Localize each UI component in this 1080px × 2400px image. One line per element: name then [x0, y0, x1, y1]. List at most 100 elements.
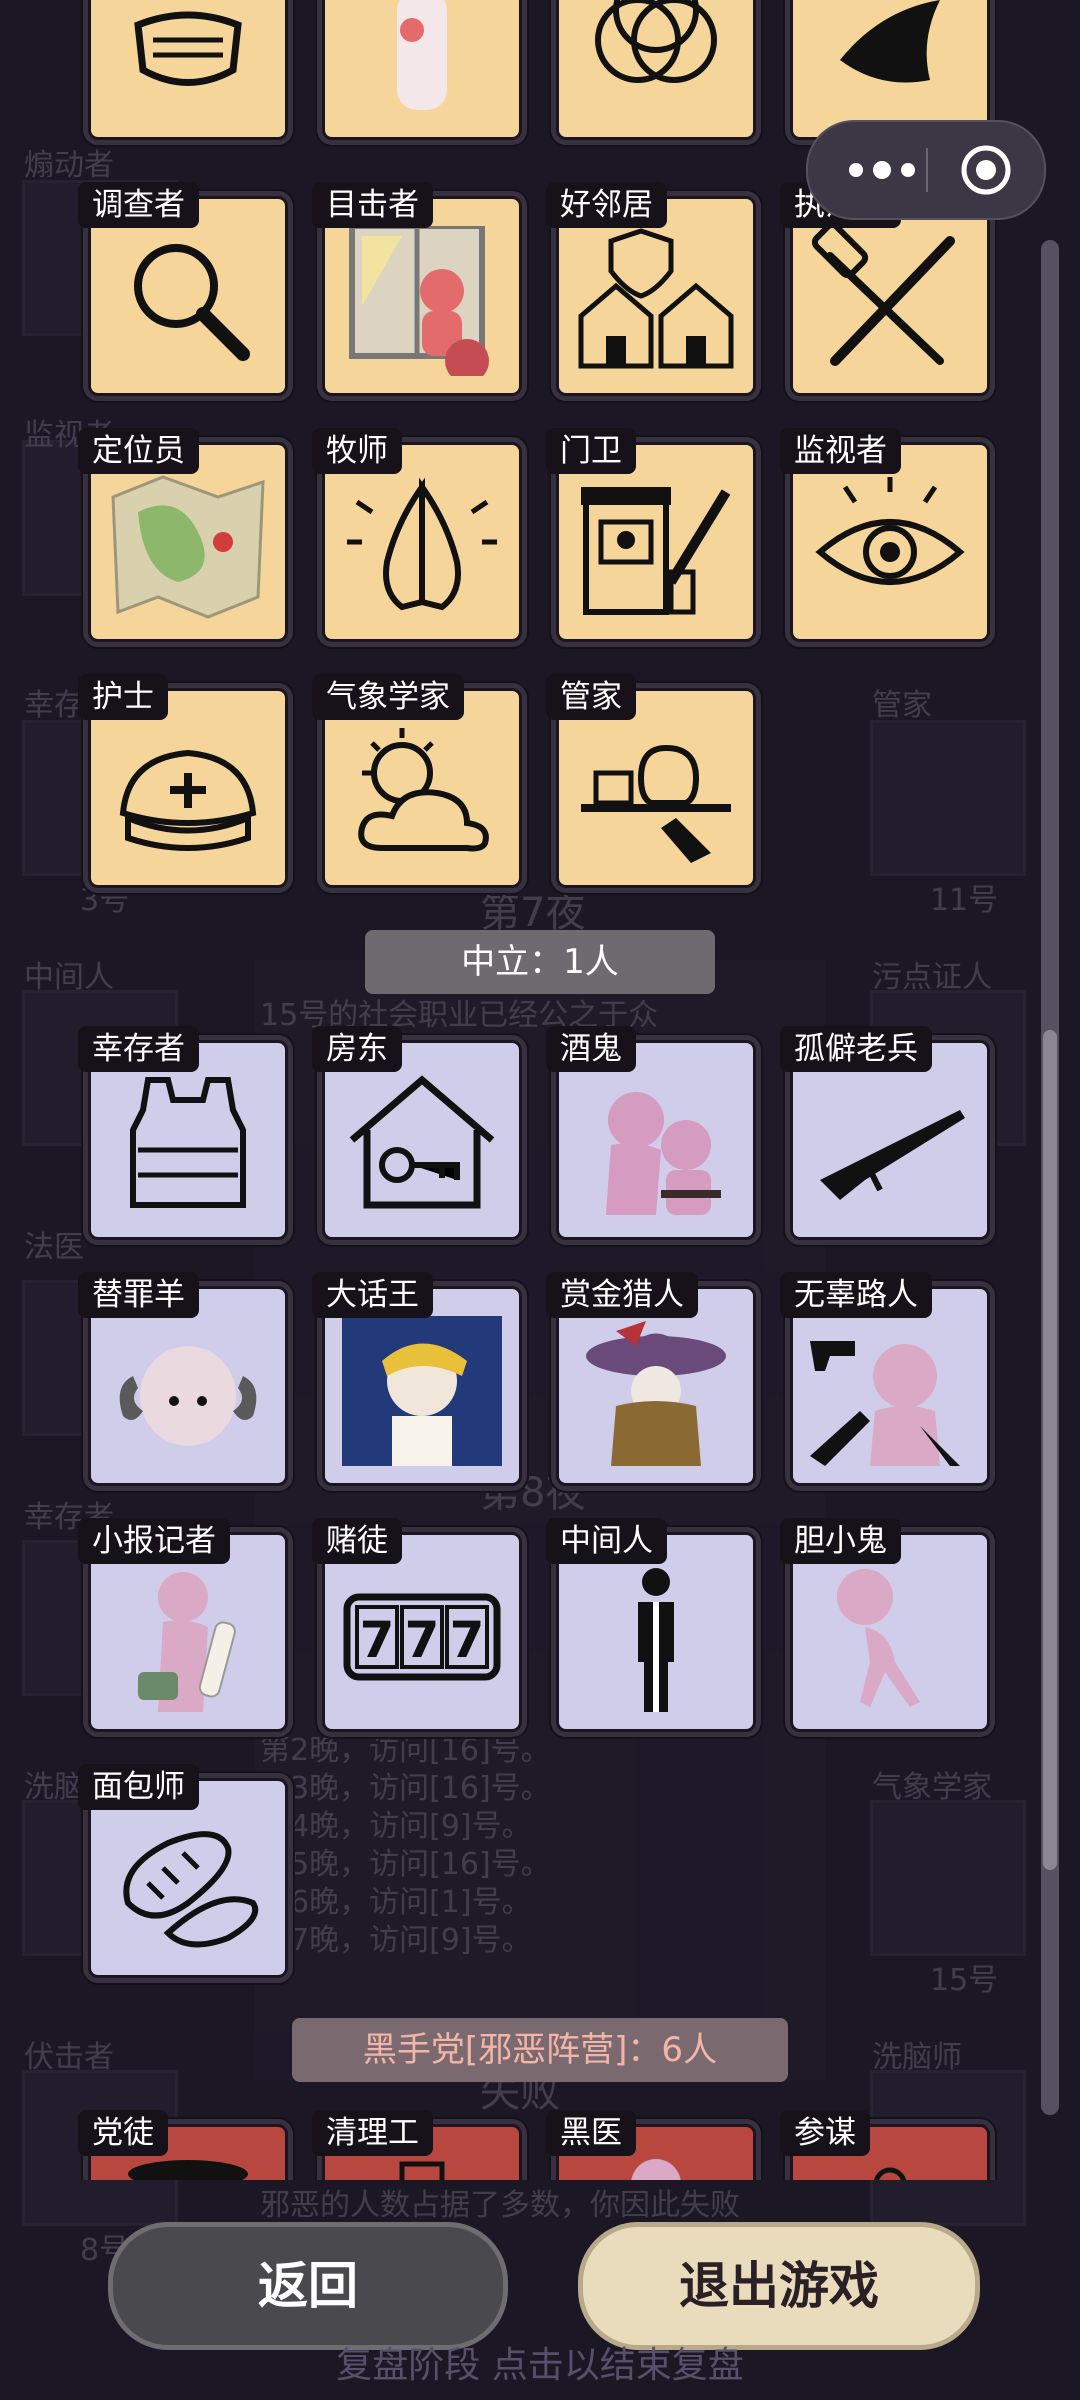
- evil-section-header: 黑手党[邪恶阵营]：6人: [292, 2018, 788, 2082]
- map-icon: [111, 475, 265, 619]
- role-card-advisor[interactable]: 参谋: [780, 2110, 990, 2180]
- svg-text:7: 7: [450, 1611, 485, 1669]
- role-card-scapegoat[interactable]: 替罪羊: [78, 1272, 288, 1486]
- role-label: 赏金猎人: [546, 1272, 698, 1318]
- role-label: 孤僻老兵: [780, 1026, 932, 1072]
- role-label: 调查者: [78, 182, 199, 228]
- role-label: 目击者: [312, 182, 433, 228]
- role-card[interactable]: [88, 0, 288, 140]
- role-label: 管家: [546, 674, 636, 720]
- role-card-locator[interactable]: 定位员: [78, 428, 288, 642]
- role-label: 好邻居: [546, 182, 667, 228]
- role-card-middleman[interactable]: 中间人: [546, 1518, 756, 1732]
- venn-diagram-icon: [595, 0, 717, 83]
- gavel-sword-icon: [811, 226, 955, 366]
- black-doctor-icon: [631, 2159, 681, 2180]
- hunter-portrait-icon: [586, 1321, 726, 1466]
- ram-icon: [119, 1346, 257, 1446]
- coward-figure-icon: [837, 1569, 920, 1707]
- role-label: 参谋: [780, 2110, 870, 2156]
- role-card-watcher[interactable]: 监视者: [780, 428, 990, 642]
- role-card-mafioso[interactable]: 党徒: [78, 2110, 288, 2180]
- role-list-overlay[interactable]: 调查者 目击者 好邻居 定位员 牧师 门卫 监视者 护士 气象学家 管家 中立：…: [0, 0, 1080, 2180]
- role-card-big-talker[interactable]: 大话王: [312, 1272, 522, 1486]
- role-card-hermit-veteran[interactable]: 孤僻老兵: [780, 1026, 990, 1240]
- slot-777-icon: 7 7 7: [343, 1593, 501, 1681]
- advisor-icon: [873, 2167, 907, 2180]
- role-label: 气象学家: [312, 674, 464, 720]
- bystander-guns-icon: [810, 1341, 960, 1466]
- role-card-priest[interactable]: 牧师: [312, 428, 522, 642]
- capsule-divider: [926, 148, 928, 192]
- bg-log-line: 邪恶的人数占据了多数，你因此失败: [260, 2188, 740, 2223]
- role-card-tabloid-reporter[interactable]: 小报记者: [78, 1518, 288, 1732]
- witness-figure-icon: [397, 0, 447, 110]
- role-label: 牧师: [312, 428, 402, 474]
- review-phase-hint[interactable]: 复盘阶段 点击以结束复盘: [0, 2336, 1080, 2388]
- role-label: 幸存者: [78, 1026, 199, 1072]
- role-card-black-doctor[interactable]: 黑医: [546, 2110, 756, 2180]
- mask-icon: [134, 11, 242, 86]
- rifle-icon: [820, 1110, 965, 1200]
- role-label: 黑医: [546, 2110, 636, 2156]
- magnifier-icon: [134, 244, 250, 361]
- role-card-witness[interactable]: 目击者: [312, 182, 522, 396]
- role-card-cleaner[interactable]: 清理工: [312, 2110, 522, 2180]
- role-card-drunkard[interactable]: 酒鬼: [546, 1026, 756, 1240]
- bread-icon: [123, 1831, 259, 1948]
- role-card[interactable]: [556, 0, 756, 140]
- role-label: 赌徒: [312, 1518, 402, 1564]
- role-card-meteorologist[interactable]: 气象学家: [312, 674, 522, 888]
- eye-icon: [815, 477, 965, 585]
- role-card-gambler[interactable]: 7 7 7 赌徒: [312, 1518, 522, 1732]
- role-label: 中间人: [546, 1518, 667, 1564]
- role-card-bounty-hunter[interactable]: 赏金猎人: [546, 1272, 756, 1486]
- role-card-butler[interactable]: 管家: [546, 674, 756, 888]
- role-card-nurse[interactable]: 护士: [78, 674, 288, 888]
- role-card-baker[interactable]: 面包师: [78, 1764, 288, 1978]
- role-card-survivor[interactable]: 幸存者: [78, 1026, 288, 1240]
- half-person-icon: [638, 1568, 674, 1712]
- exit-game-button[interactable]: 退出游戏: [578, 2222, 980, 2350]
- role-label: 门卫: [546, 428, 636, 474]
- role-label: 党徒: [78, 2110, 168, 2156]
- role-card-investigator[interactable]: 调查者: [78, 182, 288, 396]
- gatehouse-icon: [581, 487, 731, 615]
- more-dots-icon[interactable]: [842, 150, 922, 190]
- svg-text:7: 7: [405, 1611, 440, 1669]
- role-label: 替罪羊: [78, 1272, 199, 1318]
- role-card[interactable]: [322, 0, 522, 140]
- role-label: 护士: [78, 674, 168, 720]
- role-card-innocent-bystander[interactable]: 无辜路人: [780, 1272, 990, 1486]
- sun-cloud-icon: [358, 728, 489, 852]
- role-card-marshal[interactable]: 执法长: [780, 182, 990, 396]
- role-label: 无辜路人: [780, 1272, 932, 1318]
- role-card-landlord[interactable]: 房东: [312, 1026, 522, 1240]
- scrollbar-thumb[interactable]: [1043, 1030, 1057, 1870]
- vest-icon: [130, 1077, 246, 1208]
- role-label: 小报记者: [78, 1518, 230, 1564]
- role-label: 酒鬼: [546, 1026, 636, 1072]
- role-card-good-neighbor[interactable]: 好邻居: [546, 182, 756, 396]
- svg-text:7: 7: [360, 1611, 395, 1669]
- role-card-gatekeeper[interactable]: 门卫: [546, 428, 756, 642]
- role-label: 定位员: [78, 428, 199, 474]
- neutral-section-header: 中立：1人: [365, 930, 715, 994]
- window-figure-icon: [349, 226, 489, 376]
- mini-program-capsule: [806, 120, 1046, 220]
- cleaner-icon: [399, 2161, 445, 2180]
- role-label: 面包师: [78, 1764, 199, 1810]
- house-key-icon: [349, 1075, 495, 1209]
- praying-hands-icon: [347, 477, 497, 611]
- drunk-figures-icon: [606, 1092, 721, 1215]
- dove-icon: [840, 0, 940, 83]
- role-card-coward[interactable]: 胆小鬼: [780, 1518, 990, 1732]
- liar-portrait-icon: [342, 1316, 502, 1466]
- mafia-hat-icon: [128, 2160, 248, 2180]
- close-target-icon[interactable]: [958, 142, 1014, 198]
- back-button[interactable]: 返回: [108, 2222, 508, 2350]
- serving-tray-icon: [581, 744, 731, 863]
- role-label: 房东: [312, 1026, 402, 1072]
- role-label: 清理工: [312, 2110, 433, 2156]
- role-card[interactable]: [790, 0, 990, 140]
